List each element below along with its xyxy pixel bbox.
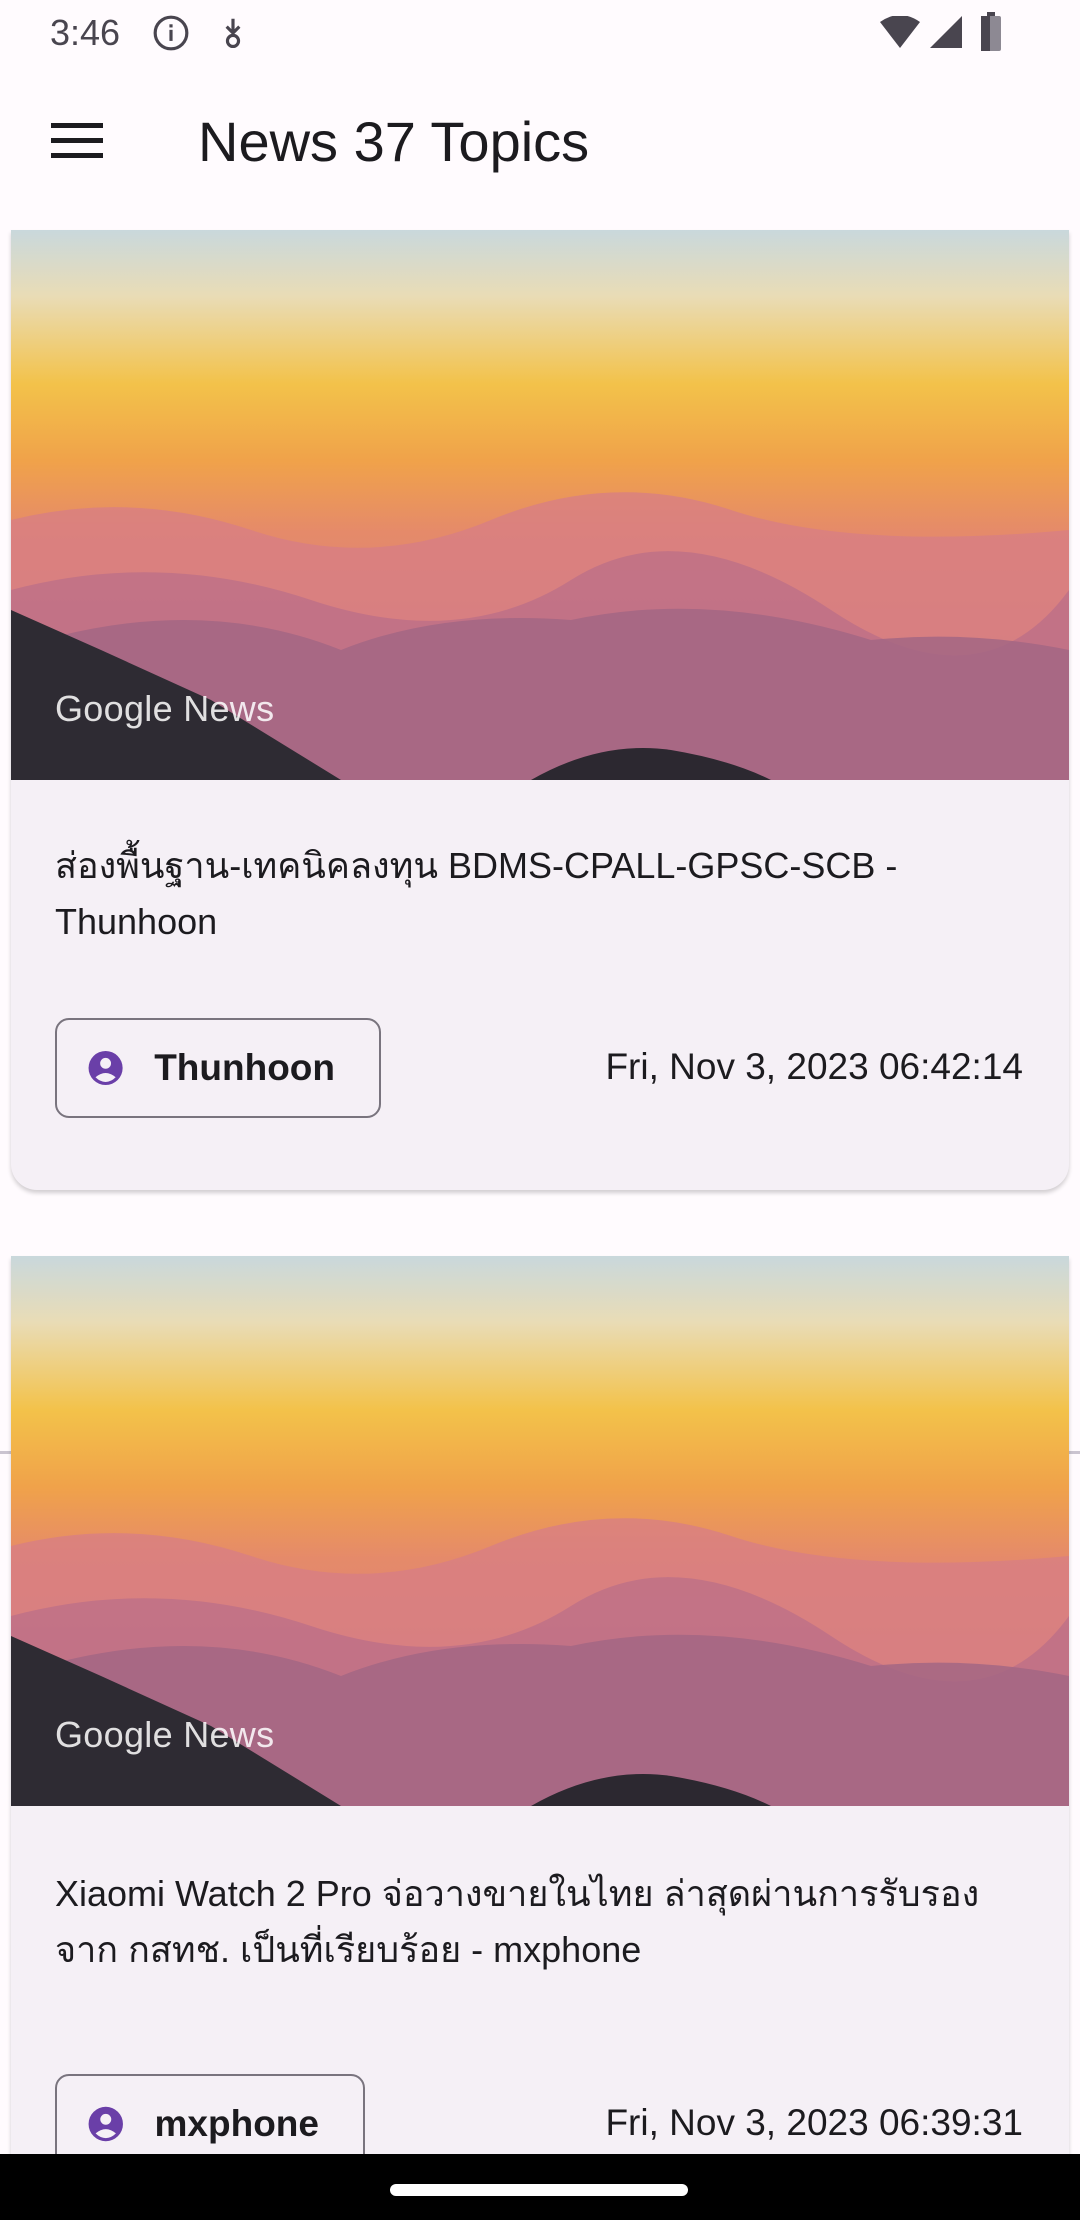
account-circle-icon xyxy=(88,1050,123,1086)
author-chip[interactable]: Thunhoon xyxy=(55,1018,381,1118)
author-name: mxphone xyxy=(154,2103,319,2144)
menu-button[interactable] xyxy=(40,104,114,178)
article-date: Fri, Nov 3, 2023 06:39:31 xyxy=(605,2102,1023,2143)
account-circle-icon xyxy=(88,2106,123,2142)
author-name: Thunhoon xyxy=(154,1047,335,1088)
article-title[interactable]: ส่องพื้นฐาน-เทคนิคลงทุน BDMS-CPALL-GPSC-… xyxy=(55,838,1025,950)
news-card[interactable]: Google News ส่องพื้นฐาน-เทคนิคลงทุน BDMS… xyxy=(11,230,1069,1190)
status-bar: 3:46 xyxy=(0,0,1080,66)
data-saver-icon xyxy=(225,18,241,49)
cell-signal-icon xyxy=(930,16,962,48)
news-card[interactable]: Google News Xiaomi Watch 2 Pro จ่อวางขาย… xyxy=(11,1256,1069,2216)
home-gesture-handle[interactable] xyxy=(390,2184,688,2196)
page-title: News 37 Topics xyxy=(198,110,590,173)
battery-icon xyxy=(981,12,1001,51)
hamburger-menu-icon xyxy=(51,123,103,158)
article-title[interactable]: Xiaomi Watch 2 Pro จ่อวางขายในไทย ล่าสุด… xyxy=(55,1866,1025,1978)
image-source-label: Google News xyxy=(55,1714,275,1755)
system-navigation-bar xyxy=(0,2154,1080,2220)
status-time: 3:46 xyxy=(50,12,121,53)
article-image: Google News xyxy=(11,230,1069,780)
info-icon xyxy=(153,15,189,51)
article-date: Fri, Nov 3, 2023 06:42:14 xyxy=(605,1046,1023,1087)
article-image: Google News xyxy=(11,1256,1069,1806)
top-app-bar: News 37 Topics xyxy=(0,66,1080,216)
image-source-label: Google News xyxy=(55,688,275,729)
wifi-icon xyxy=(880,16,920,48)
